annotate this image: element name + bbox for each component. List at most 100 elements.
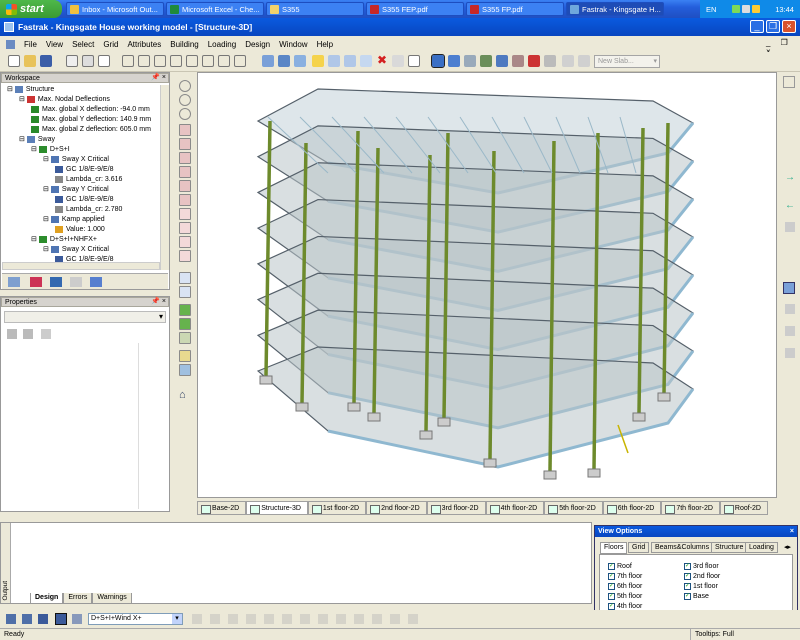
structure-3d-viewport[interactable] [197,72,777,498]
utilisation-icon[interactable] [300,614,310,624]
tree-item[interactable]: ⊟ Structure [7,85,54,95]
deck-icon[interactable] [496,55,508,67]
grid-toggle-icon[interactable] [783,282,795,294]
maximize-button[interactable]: ❐ [766,20,780,33]
tree-item[interactable]: ⊟ Kamp applied [43,215,105,225]
tab-structure-3d[interactable]: Structure-3D [246,501,308,515]
collapse-icon[interactable]: ⊟ [19,96,25,103]
line-load-icon[interactable] [544,55,556,67]
zoom-in-icon[interactable] [179,94,191,106]
tab-5th-floor-2d[interactable]: 5th floor-2D [544,501,603,515]
pen-icon[interactable] [328,55,340,67]
slab-icon[interactable] [448,55,460,67]
categorized-icon[interactable] [7,329,17,339]
section-icon[interactable] [464,55,476,67]
erase-icon[interactable] [392,55,404,67]
menu-design[interactable]: Design [245,40,270,49]
analysis-tab-icon[interactable] [50,277,62,287]
pin-close-icon[interactable]: 📌 × [151,297,166,306]
menu-help[interactable]: Help [317,40,333,49]
wall-icon[interactable] [480,55,492,67]
animate-icon[interactable] [354,614,364,624]
angle-icon[interactable] [218,55,230,67]
print-icon[interactable] [82,55,94,67]
vertical-scrollbar[interactable] [160,85,169,270]
grid-line-icon[interactable] [170,55,182,67]
collapse-icon[interactable]: ⊟ [19,136,25,143]
start-button[interactable]: start [0,0,62,18]
pin-close-icon[interactable]: 📌 × [151,73,166,82]
tree-item[interactable]: GC 1/8/E-9/E/8 [55,165,113,175]
task-pdf-fep[interactable]: S355 FEP.pdf [366,2,464,16]
load-icon[interactable] [512,55,524,67]
legend-icon[interactable] [372,614,382,624]
pointer-icon[interactable] [122,55,134,67]
menu-attributes[interactable]: Attributes [127,40,161,49]
floor-checkbox-3rd[interactable]: ✓ 3rd floor [684,563,719,570]
check-icon[interactable] [408,55,420,67]
zoom-icon[interactable] [179,80,191,92]
property-grid[interactable] [3,343,139,509]
edit-icon[interactable] [66,55,78,67]
snap-icon[interactable] [785,304,795,314]
task-folder-s355[interactable]: S355 [266,2,364,16]
camera-icon[interactable] [179,364,191,376]
output-panel[interactable]: Output [0,522,592,604]
floor-checkbox-4th[interactable]: ✓ 4th floor [608,603,642,610]
sf-icon[interactable] [210,614,220,624]
arrow-left-icon[interactable]: ← [785,200,795,211]
new-slab-combo[interactable]: New Slab... ▾ [594,55,660,68]
view-cube-right-icon[interactable] [179,166,191,178]
3d-view-icon[interactable] [431,54,445,68]
task-fastrak[interactable]: Fastrak - Kingsgate H... [566,2,664,16]
view-cube-left-icon[interactable] [179,152,191,164]
view-cube-bottom-icon[interactable] [179,194,191,206]
tab-scroll-arrows[interactable]: ◂▸ [784,543,791,551]
structure-tab-icon[interactable] [8,277,20,287]
view-iso-3-icon[interactable] [179,236,191,248]
align-icon[interactable] [785,222,795,232]
design-all-icon[interactable] [38,614,48,624]
new-file-icon[interactable] [8,55,20,67]
collapse-icon[interactable]: ⊟ [43,246,49,253]
menu-file[interactable]: File [24,40,37,49]
view-cube-front-icon[interactable] [179,124,191,136]
deflection-icon[interactable] [246,614,256,624]
menu-building[interactable]: Building [170,40,198,49]
tab-2nd-floor-2d[interactable]: 2nd floor-2D [366,501,427,515]
analysis-icon[interactable] [6,614,16,624]
task-outlook[interactable]: Inbox - Microsoft Out... [66,2,164,16]
tab-4th-floor-2d[interactable]: 4th floor-2D [485,501,545,515]
floor-checkbox-base[interactable]: ✓ Base [684,593,709,600]
beam-icon[interactable] [262,55,274,67]
view-iso-1-icon[interactable] [179,208,191,220]
properties-toggle-icon[interactable] [783,76,795,88]
arc-icon[interactable] [562,55,574,67]
report-tab-icon[interactable] [90,277,102,287]
save-icon[interactable] [40,55,52,67]
graphics-icon[interactable] [72,614,82,624]
sort-az-icon[interactable] [23,329,33,339]
dimension-icon[interactable] [186,55,198,67]
tab-3rd-floor-2d[interactable]: 3rd floor-2D [426,501,486,515]
floor-checkbox-7th[interactable]: ✓ 7th floor [608,573,642,580]
tree-item[interactable]: ⊟ D+S+I+NHFX+ [31,235,97,245]
design-check-icon[interactable] [22,614,32,624]
task-pdf-fp[interactable]: S355 FP.pdf [466,2,564,16]
floor-checkbox-2nd[interactable]: ✓ 2nd floor [684,573,720,580]
results-icon[interactable] [55,613,67,625]
close-icon[interactable]: × [790,526,797,537]
view-cube-top-icon[interactable] [179,180,191,192]
tab-base-2d[interactable]: Base-2D [197,501,247,515]
collapse-icon[interactable]: ⊟ [31,236,37,243]
tree-item[interactable]: Max. global Y deflection: 140.9 mm [31,115,151,125]
floor-checkbox-roof[interactable]: ✓ Roof [608,563,632,570]
vo-tab-grid[interactable]: Grid [628,542,650,553]
measure-icon[interactable] [785,348,795,358]
arrow-right-icon[interactable]: → [785,172,795,183]
collapse-icon[interactable]: ⊟ [7,86,13,93]
move-icon[interactable] [360,55,372,67]
view-iso-2-icon[interactable] [179,222,191,234]
vo-tab-floors[interactable]: Floors [600,542,628,554]
loadcase-select[interactable]: D+S+I+Wind X+ ▾ [88,613,183,625]
